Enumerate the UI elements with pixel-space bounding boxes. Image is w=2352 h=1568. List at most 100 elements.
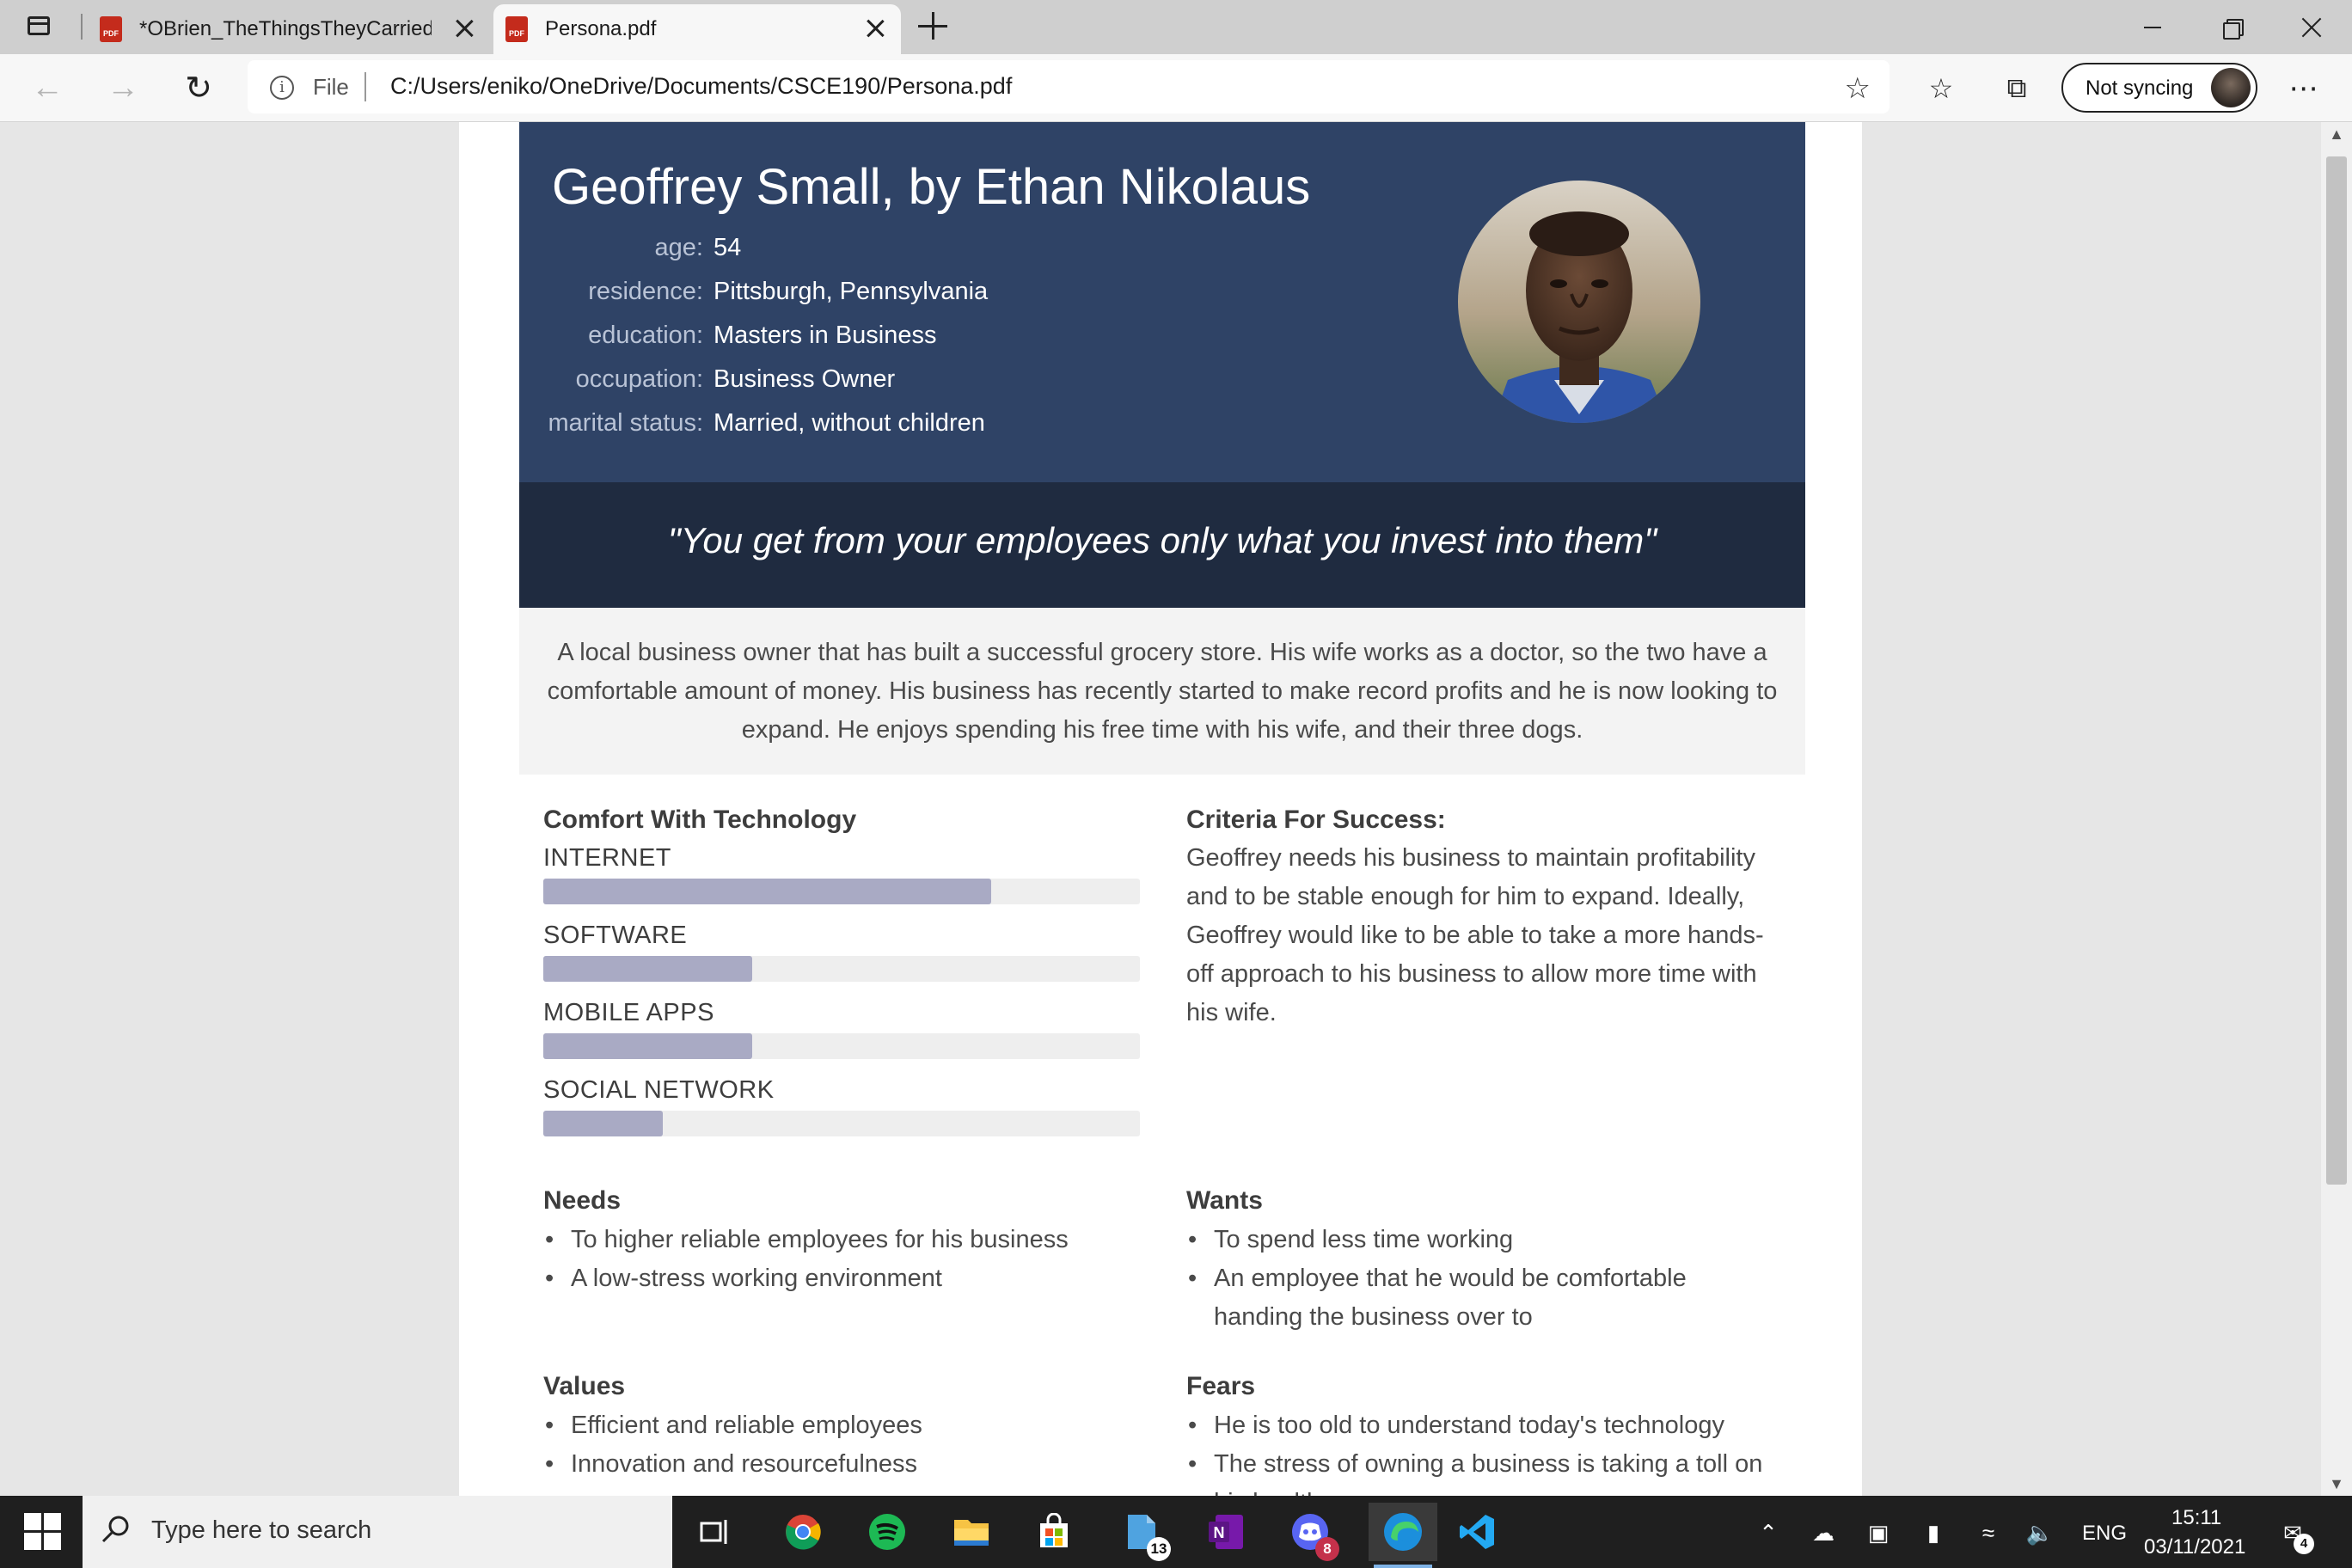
- show-hidden-icons-chevron-icon[interactable]: ⌃: [1754, 1518, 1783, 1547]
- windows-start-icon[interactable]: [24, 1513, 62, 1551]
- add-favorite-icon[interactable]: ☆: [1845, 71, 1871, 106]
- browser-toolbar: ← → ↻ File C:/Users/eniko/OneDrive/Docum…: [0, 54, 2352, 122]
- persona-quote-band: "You get from your employees only what y…: [519, 482, 1805, 608]
- tab-title: Persona.pdf: [545, 17, 657, 40]
- scrollbar-thumb[interactable]: [2326, 156, 2347, 1185]
- scroll-up-arrow-icon[interactable]: ▲: [2328, 126, 2345, 143]
- task-view-icon[interactable]: [691, 1508, 739, 1556]
- discord-icon[interactable]: 8: [1286, 1508, 1339, 1561]
- fact-label: education:: [588, 322, 703, 349]
- persona-quote: "You get from your employees only what y…: [667, 520, 1657, 560]
- persona-portrait: [1458, 181, 1700, 423]
- pdf-viewer[interactable]: Geoffrey Small, by Ethan Nikolaus age: 5…: [0, 122, 2321, 1496]
- tab-actions-icon[interactable]: [24, 12, 58, 41]
- address-bar[interactable]: File C:/Users/eniko/OneDrive/Documents/C…: [248, 60, 1890, 113]
- more-options-icon[interactable]: ⋯: [2285, 70, 2323, 107]
- notification-badge: 8: [1315, 1537, 1339, 1561]
- skill-bar-social-network: [543, 1111, 1140, 1136]
- search-placeholder: Type here to search: [151, 1516, 372, 1544]
- microsoft-store-icon[interactable]: [1030, 1508, 1078, 1556]
- pdf-file-icon: [505, 16, 528, 42]
- fact-value: 54: [714, 234, 742, 261]
- tab-divider: [81, 14, 83, 40]
- fact-value: Masters in Business: [714, 322, 937, 349]
- display-icon[interactable]: ▣: [1864, 1518, 1893, 1547]
- skill-label: SOCIAL NETWORK: [543, 1076, 775, 1104]
- collections-icon[interactable]: ⧉: [1998, 70, 2036, 107]
- files-app-icon[interactable]: 13: [1118, 1508, 1171, 1561]
- wants-heading: Wants: [1186, 1186, 1263, 1215]
- needs-list: To higher reliable employees for his bus…: [543, 1221, 1138, 1298]
- fact-value: Married, without children: [714, 409, 985, 437]
- address-scheme-label: File: [313, 74, 349, 100]
- reload-icon[interactable]: ↻: [177, 66, 220, 109]
- persona-summary: A local business owner that has built a …: [547, 639, 1778, 744]
- close-window-button[interactable]: [2273, 0, 2349, 54]
- scroll-down-arrow-icon[interactable]: ▼: [2328, 1475, 2345, 1492]
- vertical-scrollbar[interactable]: ▲ ▼: [2321, 122, 2352, 1496]
- fact-residence: residence: Pittsburgh, Pennsylvania: [519, 278, 1293, 321]
- pdf-page: Geoffrey Small, by Ethan Nikolaus age: 5…: [459, 122, 1862, 1496]
- fact-marital-status: marital status: Married, without childre…: [519, 409, 1293, 452]
- minimize-button[interactable]: [2115, 0, 2190, 54]
- tab-obrien-pdf[interactable]: *OBrien_TheThingsTheyCarried.p: [88, 4, 490, 54]
- notification-badge: 13: [1147, 1537, 1171, 1561]
- notifications-icon[interactable]: ✉ 4: [2278, 1518, 2314, 1554]
- battery-icon[interactable]: ▮: [1919, 1518, 1948, 1547]
- sync-status-label: Not syncing: [2086, 77, 2194, 100]
- fact-label: occupation:: [575, 365, 703, 393]
- chrome-icon[interactable]: [779, 1508, 827, 1556]
- volume-muted-icon[interactable]: 🔈: [2025, 1518, 2055, 1547]
- tab-title: *OBrien_TheThingsTheyCarried.p: [139, 17, 432, 40]
- info-icon[interactable]: [270, 76, 294, 100]
- svg-text:N: N: [1214, 1524, 1225, 1541]
- clock-date[interactable]: 03/11/2021: [2144, 1535, 2245, 1559]
- list-item: Innovation and resourcefulness: [545, 1445, 1138, 1484]
- back-arrow-icon[interactable]: ←: [26, 66, 69, 109]
- tab-strip: *OBrien_TheThingsTheyCarried.p Persona.p…: [0, 0, 2352, 54]
- tab-persona-pdf[interactable]: Persona.pdf: [493, 4, 901, 54]
- edge-icon[interactable]: [1369, 1503, 1437, 1568]
- list-item: To spend less time working: [1188, 1221, 1747, 1259]
- clock-time[interactable]: 15:11: [2171, 1506, 2221, 1530]
- persona-summary-panel: A local business owner that has built a …: [519, 608, 1805, 775]
- restore-button[interactable]: [2194, 0, 2269, 54]
- skill-bar-fill: [543, 1033, 752, 1059]
- vscode-icon[interactable]: [1453, 1508, 1501, 1556]
- close-tab-icon[interactable]: [865, 17, 885, 38]
- fact-label: residence:: [588, 278, 703, 305]
- wifi-icon[interactable]: ≈: [1974, 1518, 2003, 1547]
- list-item: Efficient and reliable employees: [545, 1406, 1138, 1445]
- input-language[interactable]: ENG: [2082, 1522, 2127, 1546]
- skill-bar-mobile-apps: [543, 1033, 1140, 1059]
- fact-occupation: occupation: Business Owner: [519, 365, 1293, 408]
- persona-title: Geoffrey Small, by Ethan Nikolaus: [552, 159, 1311, 215]
- list-item: To higher reliable employees for his bus…: [545, 1221, 1138, 1259]
- skill-label: SOFTWARE: [543, 922, 688, 949]
- spotify-icon[interactable]: [863, 1508, 911, 1556]
- favorites-icon[interactable]: ☆: [1922, 70, 1960, 107]
- skill-label: MOBILE APPS: [543, 999, 714, 1026]
- close-tab-icon[interactable]: [454, 17, 475, 38]
- address-divider: [364, 72, 366, 101]
- criteria-text: Geoffrey needs his business to maintain …: [1186, 844, 1764, 1026]
- forward-arrow-icon[interactable]: →: [101, 66, 144, 109]
- avatar: [2211, 68, 2251, 107]
- profile-sync-button[interactable]: Not syncing: [2061, 63, 2257, 113]
- skill-bar-fill: [543, 879, 991, 904]
- skill-bar-fill: [543, 956, 752, 982]
- onenote-icon[interactable]: N: [1202, 1508, 1250, 1556]
- onedrive-cloud-icon[interactable]: ☁: [1809, 1518, 1838, 1547]
- list-item: A low-stress working environment: [545, 1259, 1138, 1298]
- fact-education: education: Masters in Business: [519, 322, 1293, 364]
- taskbar-search-box[interactable]: Type here to search: [83, 1496, 672, 1568]
- new-tab-icon[interactable]: [918, 12, 947, 41]
- needs-heading: Needs: [543, 1186, 622, 1215]
- address-url[interactable]: C:/Users/eniko/OneDrive/Documents/CSCE19…: [390, 73, 1012, 100]
- fact-age: age: 54: [519, 234, 1293, 277]
- search-icon: [101, 1516, 129, 1543]
- list-item: The stress of owning a business is takin…: [1188, 1445, 1781, 1496]
- criteria-heading: Criteria For Success:: [1186, 805, 1446, 834]
- skill-bar-software: [543, 956, 1140, 982]
- file-explorer-icon[interactable]: [947, 1508, 995, 1556]
